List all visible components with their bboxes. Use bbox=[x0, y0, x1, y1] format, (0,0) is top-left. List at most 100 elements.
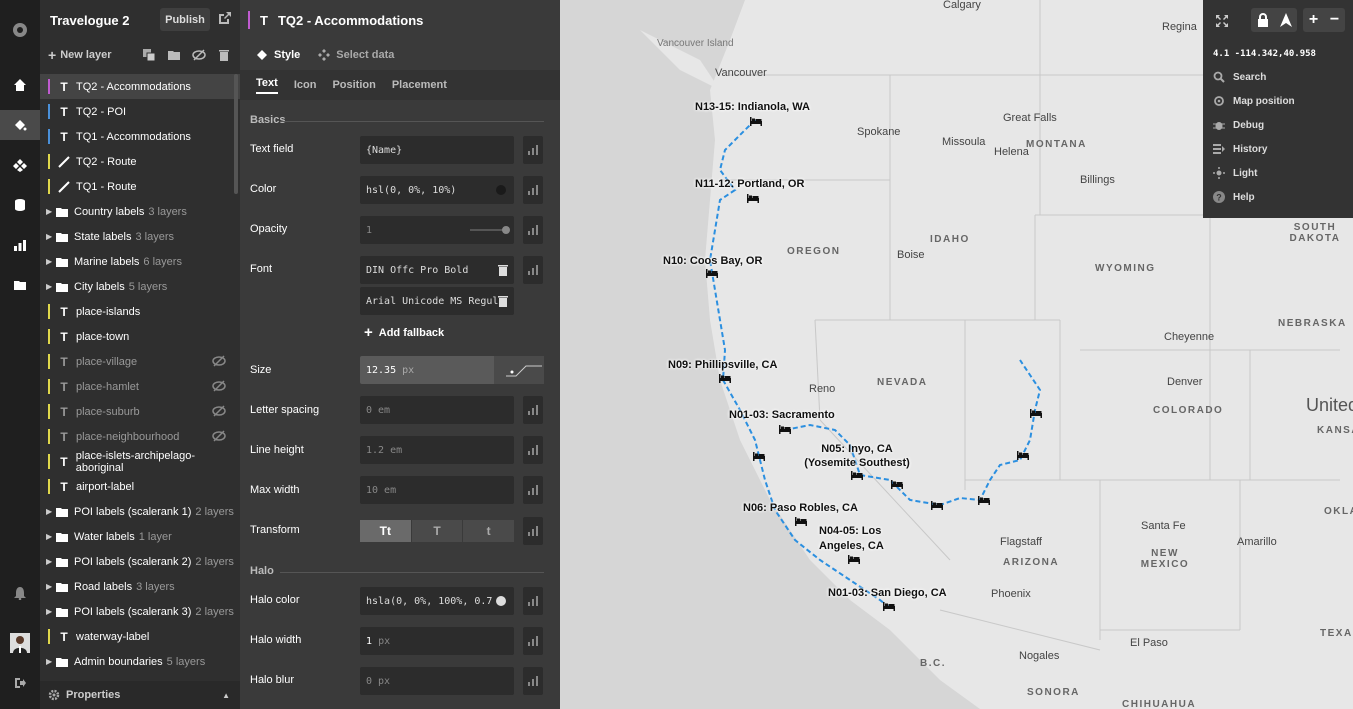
halo-blur-input[interactable]: 0 px bbox=[360, 667, 514, 695]
trash-icon[interactable] bbox=[498, 264, 508, 276]
color-input[interactable]: hsl(0, 0%, 10%) bbox=[360, 176, 514, 204]
folder-icon[interactable] bbox=[167, 48, 181, 62]
halo-color-swatch[interactable] bbox=[496, 596, 506, 606]
bed-icon[interactable] bbox=[1030, 409, 1042, 418]
debug-menu-item[interactable]: Debug bbox=[1213, 119, 1264, 131]
avatar[interactable] bbox=[0, 628, 40, 658]
layer-row[interactable]: ▶ POI labels (scalerank 3) 2 layers bbox=[40, 599, 240, 624]
opacity-function-button[interactable] bbox=[523, 216, 543, 244]
chevron-right-icon[interactable]: ▶ bbox=[46, 507, 54, 516]
bed-icon[interactable] bbox=[883, 602, 895, 611]
stop-label[interactable]: N06: Paso Robles, CA bbox=[743, 502, 858, 514]
hidden-eye-icon[interactable] bbox=[212, 405, 226, 417]
stop-label[interactable]: N01-03: San Diego, CA bbox=[828, 587, 947, 599]
bed-icon[interactable] bbox=[978, 496, 990, 505]
chevron-right-icon[interactable]: ▶ bbox=[46, 282, 54, 291]
halo-width-input[interactable]: 1 px bbox=[360, 627, 514, 655]
home-icon[interactable] bbox=[0, 70, 40, 100]
layer-row[interactable]: T TQ1 - Accommodations bbox=[40, 124, 240, 149]
max-width-function-button[interactable] bbox=[523, 476, 543, 504]
external-link-icon[interactable] bbox=[218, 11, 232, 25]
subtab-placement[interactable]: Placement bbox=[392, 79, 447, 91]
stop-label[interactable]: N13-15: Indianola, WA bbox=[695, 101, 810, 113]
hide-layer-icon[interactable] bbox=[192, 48, 206, 62]
panel-title[interactable]: TQ2 - Accommodations bbox=[278, 13, 423, 28]
text-field-function-button[interactable] bbox=[523, 136, 543, 164]
fullscreen-icon[interactable] bbox=[1215, 14, 1229, 28]
layer-row[interactable]: Tplace-islands bbox=[40, 299, 240, 324]
opacity-slider[interactable] bbox=[470, 226, 510, 234]
layer-row[interactable]: ▶ City labels 5 layers bbox=[40, 274, 240, 299]
bed-icon[interactable] bbox=[779, 425, 791, 434]
layer-row[interactable]: Tplace-islets-archipelago-aboriginal bbox=[40, 449, 240, 474]
north-arrow-icon[interactable] bbox=[1279, 13, 1292, 27]
layer-row[interactable]: T TQ2 - Accommodations bbox=[40, 74, 240, 99]
halo-color-input[interactable]: hsla(0, 0%, 100%, 0.78) bbox=[360, 587, 514, 615]
subtab-icon[interactable]: Icon bbox=[294, 79, 317, 91]
chevron-right-icon[interactable]: ▶ bbox=[46, 532, 54, 541]
lock-icon[interactable] bbox=[1257, 13, 1269, 27]
bed-icon[interactable] bbox=[795, 517, 807, 526]
layer-row[interactable]: Tplace-town bbox=[40, 324, 240, 349]
bed-icon[interactable] bbox=[753, 452, 765, 461]
map-position-menu-item[interactable]: Map position bbox=[1213, 95, 1295, 107]
opacity-slider-handle[interactable] bbox=[502, 226, 510, 234]
chevron-right-icon[interactable]: ▶ bbox=[46, 607, 54, 616]
halo-blur-function-button[interactable] bbox=[523, 667, 543, 695]
layer-row[interactable]: ▶ Marine labels 6 layers bbox=[40, 249, 240, 274]
stop-label[interactable]: N09: Phillipsville, CA bbox=[668, 359, 777, 371]
halo-width-function-button[interactable] bbox=[523, 627, 543, 655]
text-field-input[interactable]: {Name} bbox=[360, 136, 514, 164]
letter-spacing-function-button[interactable] bbox=[523, 396, 543, 424]
layer-row[interactable]: ▶ POI labels (scalerank 2) 2 layers bbox=[40, 549, 240, 574]
bed-icon[interactable] bbox=[719, 374, 731, 383]
sign-out-icon[interactable] bbox=[0, 668, 40, 698]
stop-label[interactable]: N04-05: Los Angeles, CA bbox=[819, 524, 889, 554]
chevron-right-icon[interactable]: ▶ bbox=[46, 657, 54, 666]
hidden-eye-icon[interactable] bbox=[212, 355, 226, 367]
layer-row[interactable]: ▶ Country labels 3 layers bbox=[40, 199, 240, 224]
search-menu-item[interactable]: Search bbox=[1213, 71, 1266, 83]
layer-row[interactable]: ▶ Admin boundaries 5 layers bbox=[40, 649, 240, 674]
layer-row[interactable]: ▶ POI labels (scalerank 1) 2 layers bbox=[40, 499, 240, 524]
layer-row[interactable]: Twaterway-label bbox=[40, 624, 240, 649]
stop-label[interactable]: N01-03: Sacramento bbox=[729, 409, 835, 421]
duplicate-layer-icon[interactable] bbox=[142, 48, 156, 62]
datasets-icon[interactable] bbox=[0, 190, 40, 220]
components-icon[interactable] bbox=[0, 150, 40, 180]
stop-label[interactable]: N10: Coos Bay, OR bbox=[663, 255, 762, 267]
documents-icon[interactable] bbox=[0, 270, 40, 300]
layer-row[interactable]: TQ1 - Route bbox=[40, 174, 240, 199]
hidden-eye-icon[interactable] bbox=[212, 380, 226, 392]
line-height-function-button[interactable] bbox=[523, 436, 543, 464]
transform-capitalize-button[interactable]: Tt bbox=[360, 520, 411, 542]
transform-function-button[interactable] bbox=[523, 517, 543, 545]
bed-icon[interactable] bbox=[706, 269, 718, 278]
bed-icon[interactable] bbox=[851, 471, 863, 480]
trash-icon[interactable] bbox=[498, 295, 508, 307]
add-fallback-button[interactable]: + Add fallback bbox=[364, 324, 444, 341]
color-swatch[interactable] bbox=[496, 185, 506, 195]
font-fallback-input[interactable]: Arial Unicode MS Regul: bbox=[360, 287, 514, 315]
help-menu-item[interactable]: ? Help bbox=[1213, 191, 1255, 203]
chevron-right-icon[interactable]: ▶ bbox=[46, 557, 54, 566]
font-function-button[interactable] bbox=[523, 256, 543, 284]
bed-icon[interactable] bbox=[891, 480, 903, 489]
chevron-right-icon[interactable]: ▶ bbox=[46, 207, 54, 216]
project-title[interactable]: Travelogue 2 bbox=[50, 13, 129, 28]
opacity-input[interactable]: 1 bbox=[360, 216, 514, 244]
layer-row[interactable]: T TQ2 - POI bbox=[40, 99, 240, 124]
tab-style[interactable]: Style bbox=[256, 49, 300, 61]
subtab-text[interactable]: Text bbox=[256, 77, 278, 94]
chevron-right-icon[interactable]: ▶ bbox=[46, 582, 54, 591]
chevron-right-icon[interactable]: ▶ bbox=[46, 232, 54, 241]
studio-logo-icon[interactable] bbox=[0, 15, 40, 45]
bed-icon[interactable] bbox=[1017, 451, 1029, 460]
letter-spacing-input[interactable]: 0 em bbox=[360, 396, 514, 424]
chevron-right-icon[interactable]: ▶ bbox=[46, 257, 54, 266]
layer-row[interactable]: Tplace-neighbourhood bbox=[40, 424, 240, 449]
light-menu-item[interactable]: Light bbox=[1213, 167, 1257, 179]
publish-button[interactable]: Publish bbox=[160, 8, 210, 31]
font-primary-input[interactable]: DIN Offc Pro Bold bbox=[360, 256, 514, 284]
bed-icon[interactable] bbox=[747, 194, 759, 203]
